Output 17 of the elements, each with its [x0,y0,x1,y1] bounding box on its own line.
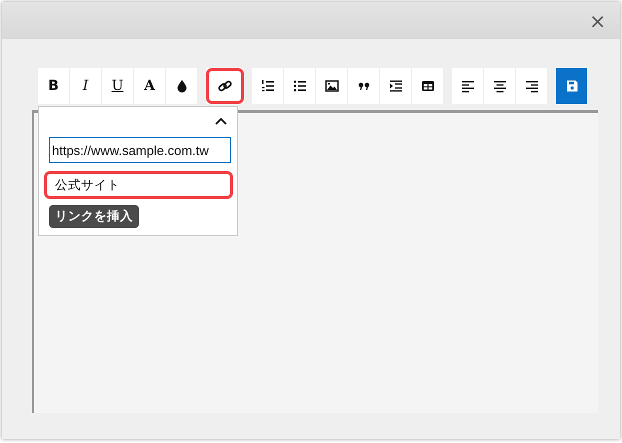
align-left-icon [460,79,474,93]
align-center-icon [492,79,506,93]
bullet-list-icon [292,79,306,93]
align-right-icon [524,79,538,93]
close-button[interactable]: × [585,10,610,30]
url-field[interactable]: https://www.sample.com.tw [49,137,231,163]
indent-icon [388,79,402,93]
save-button[interactable] [556,68,588,104]
droplet-icon [174,79,188,93]
numbered-list-icon [260,79,274,93]
table-icon [420,79,434,93]
link-icon [218,79,232,93]
link-button[interactable] [206,68,244,104]
chevron-up-icon[interactable] [215,117,227,125]
link-text-field[interactable]: 公式サイト [44,171,233,199]
insert-link-button[interactable]: リンクを挿入 [49,205,139,228]
image-icon [324,79,338,93]
